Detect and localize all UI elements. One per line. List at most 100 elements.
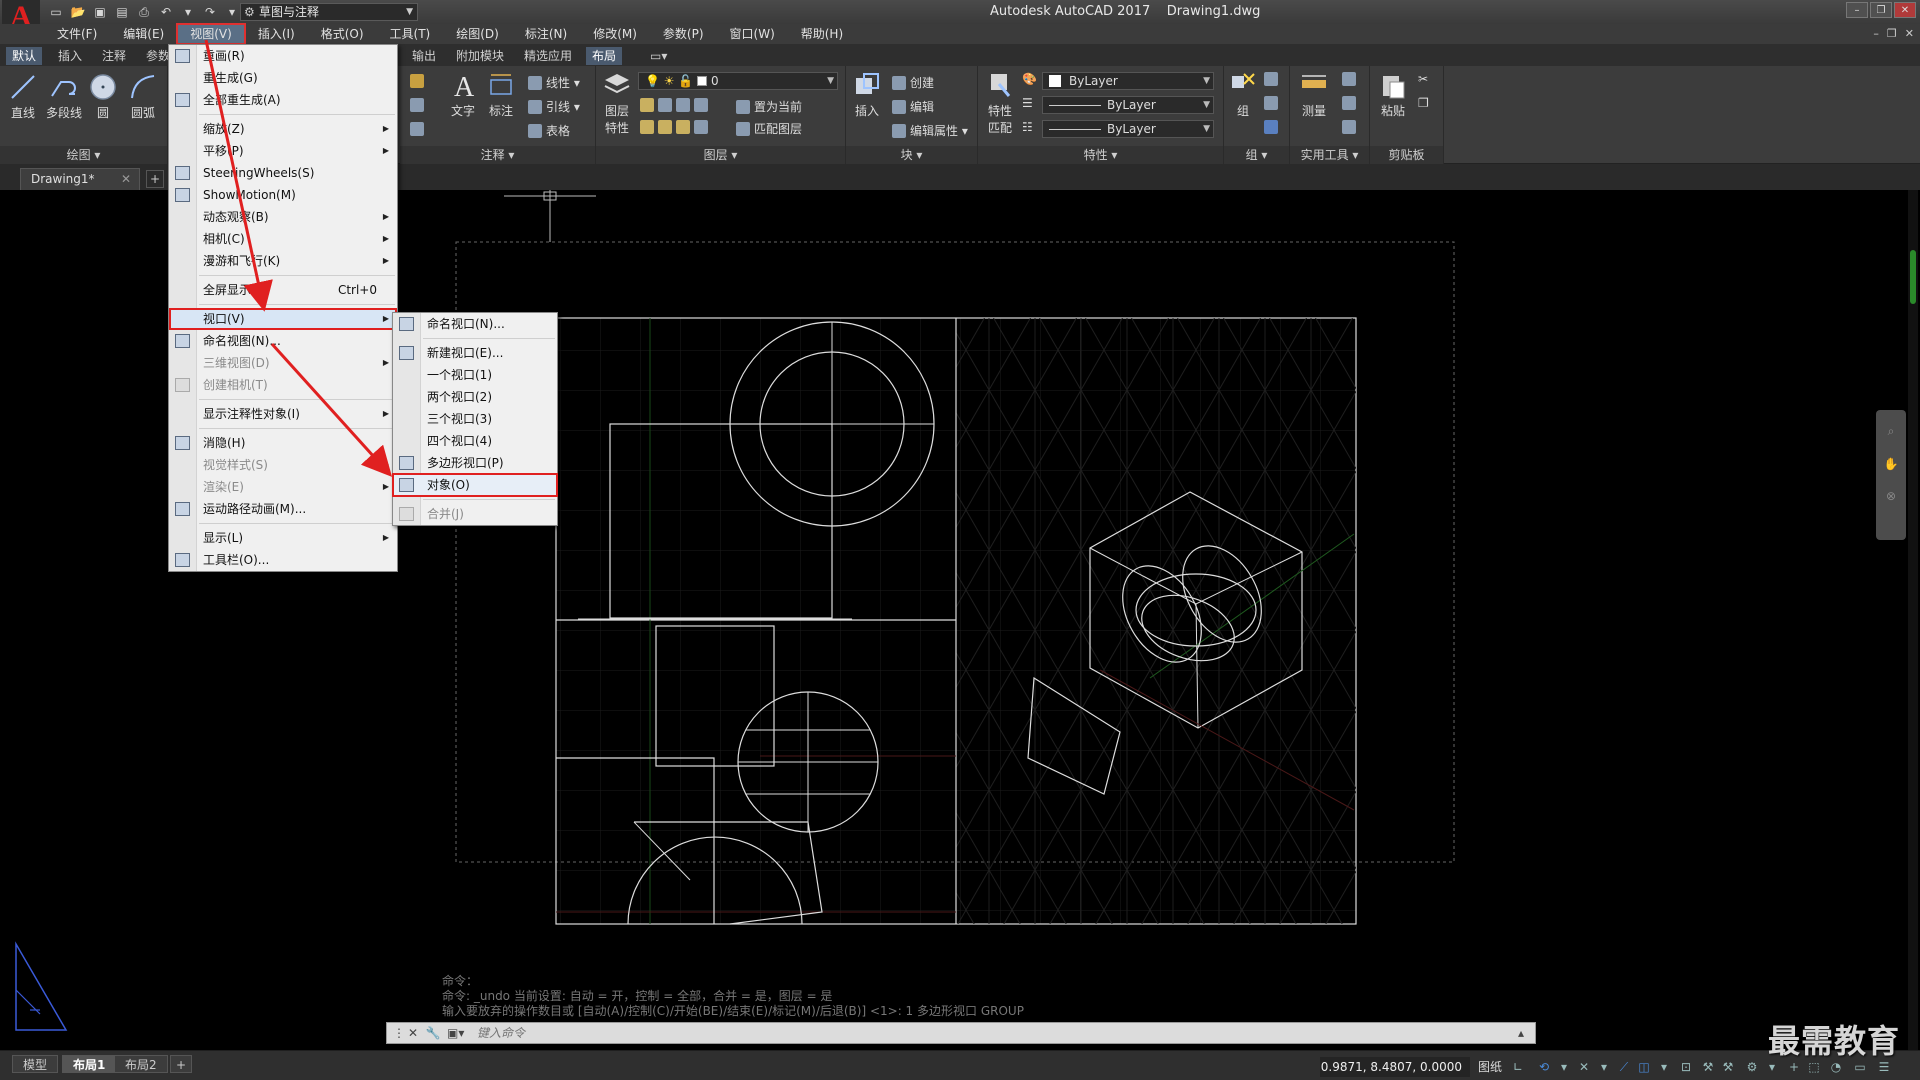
measure-button[interactable]: 测量 [1294, 70, 1334, 119]
match-properties-button[interactable]: 特性 匹配 [982, 70, 1018, 136]
view-menu-item-0[interactable]: 重画(R) [169, 45, 397, 67]
circle-button[interactable]: 圆 [88, 72, 118, 121]
viewport-submenu-item-5[interactable]: 三个视口(3) [393, 408, 557, 430]
command-input[interactable] [477, 1024, 1497, 1042]
create-block-button[interactable]: 创建 [892, 74, 934, 91]
viewport-submenu-item-4[interactable]: 两个视口(2) [393, 386, 557, 408]
layer-tools-row-1[interactable] [640, 98, 712, 112]
leader-button[interactable]: 引线 ▾ [528, 98, 580, 115]
tab-layout[interactable]: 布局 [586, 47, 623, 65]
viewport-submenu-item-6[interactable]: 四个视口(4) [393, 430, 557, 452]
undo-dropdown-icon[interactable]: ▾ [180, 4, 196, 20]
redo-dropdown-icon[interactable]: ▾ [224, 4, 240, 20]
cut-icon[interactable]: ✂ [1418, 72, 1428, 86]
polyline-button[interactable]: 多段线 [44, 72, 84, 121]
group-tool-icon[interactable] [1264, 120, 1282, 134]
group-tool-icon[interactable] [1264, 96, 1282, 110]
pan-hand-icon[interactable]: ✋ [1876, 457, 1906, 471]
copy-icon[interactable]: ❐ [1418, 96, 1429, 110]
panel-group-label[interactable]: 组 ▾ [1224, 146, 1289, 164]
menu-item-11[interactable]: 帮助(H) [788, 24, 856, 44]
table-button[interactable]: 表格 [528, 122, 570, 139]
tab-addins[interactable]: 附加模块 [450, 47, 510, 65]
panel-draw-label[interactable]: 绘图 ▾ [0, 146, 167, 164]
view-menu-item-9[interactable]: 相机(C) ▶ [169, 228, 397, 250]
group-button[interactable]: 组 [1226, 70, 1260, 119]
menu-item-5[interactable]: 工具(T) [377, 24, 444, 44]
line-button[interactable]: 直线 [6, 72, 40, 121]
view-menu-item-21[interactable]: 消隐(H) [169, 432, 397, 454]
viewport-scale-icon[interactable]: ⊡ [1678, 1059, 1694, 1075]
add-layout-button[interactable]: + [170, 1055, 193, 1073]
annotation-auto-icon[interactable]: ⚒ [1720, 1059, 1736, 1075]
menu-item-0[interactable]: 文件(F) [44, 24, 110, 44]
workspace-gear-icon[interactable]: ⚙ [1744, 1059, 1760, 1075]
view-menu-item-26[interactable]: 显示(L) ▶ [169, 527, 397, 549]
utility-tool-icon[interactable] [1342, 72, 1360, 86]
menu-item-4[interactable]: 格式(O) [308, 24, 377, 44]
view-menu-item-10[interactable]: 漫游和飞行(K) ▶ [169, 250, 397, 272]
doc-close-icon[interactable]: ✕ [1905, 27, 1914, 40]
view-menu-item-24[interactable]: 运动路径动画(M)... [169, 498, 397, 520]
zoom-icon[interactable]: ⌕ [1876, 424, 1906, 439]
tab-drawing1[interactable]: Drawing1* ✕ [20, 168, 140, 190]
doc-minimize-icon[interactable]: – [1873, 27, 1879, 40]
chevron-up-icon[interactable]: ▴ [1513, 1025, 1529, 1041]
insert-block-button[interactable]: 插入 [850, 70, 884, 119]
snap-icon[interactable]: ∟ [1510, 1059, 1526, 1075]
view-menu-item-8[interactable]: 动态观察(B) ▶ [169, 206, 397, 228]
annotation-tool-icon-1[interactable] [410, 74, 428, 88]
tab-insert[interactable]: 插入 [52, 47, 88, 65]
prompt-icon[interactable]: ▣▾ [447, 1025, 464, 1041]
wrench-icon[interactable]: 🔧 [425, 1025, 441, 1041]
viewport-submenu-item-8[interactable]: 对象(O) [392, 473, 558, 497]
view-menu-item-4[interactable]: 缩放(Z) ▶ [169, 118, 397, 140]
annotation-tool-icon-3[interactable] [410, 122, 428, 136]
viewport-submenu-item-7[interactable]: 多边形视口(P) [393, 452, 557, 474]
paper-space-toggle[interactable]: 图纸 [1478, 1057, 1502, 1077]
menu-item-3[interactable]: 插入(I) [245, 24, 308, 44]
menu-item-2[interactable]: 视图(V) [176, 23, 246, 45]
view-menu-item-14[interactable]: 视口(V) ▶ [169, 308, 397, 330]
panel-utilities-label[interactable]: 实用工具 ▾ [1290, 146, 1369, 164]
view-menu-item-2[interactable]: 全部重生成(A) [169, 89, 397, 111]
lineweight-dropdown[interactable]: ByLayer ▼ [1042, 120, 1214, 138]
layer-tools-row-2[interactable] [640, 120, 712, 134]
orbit-icon[interactable]: ⊗ [1876, 489, 1906, 503]
tab-layout2[interactable]: 布局2 [114, 1055, 168, 1073]
annotation-visibility-icon[interactable]: ⚒ [1700, 1059, 1716, 1075]
view-menu-item-6[interactable]: SteeringWheels(S) [169, 162, 397, 184]
layer-properties-button[interactable]: 图层 特性 [600, 70, 634, 136]
arc-button[interactable]: 圆弧 [126, 72, 160, 121]
tab-default[interactable]: 默认 [6, 47, 43, 65]
workspace-select[interactable]: ⚙ 草图与注释 ▼ [240, 3, 418, 21]
viewport-submenu-item-2[interactable]: 新建视口(E)... [393, 342, 557, 364]
annotation-scale-icon[interactable]: ⟋ [1616, 1059, 1632, 1075]
osnap-icon[interactable]: ✕ [1576, 1059, 1592, 1075]
scroll-thumb[interactable] [1910, 250, 1916, 304]
doc-restore-icon[interactable]: ❐ [1887, 27, 1897, 40]
panel-properties-label[interactable]: 特性 ▾ [978, 146, 1223, 164]
minimize-button[interactable]: – [1846, 2, 1868, 18]
panel-clipboard-label[interactable]: 剪贴板 [1370, 146, 1443, 164]
color-dropdown[interactable]: ByLayer ▼ [1042, 72, 1214, 90]
viewport-submenu-item-3[interactable]: 一个视口(1) [393, 364, 557, 386]
edit-attributes-button[interactable]: 编辑属性 ▾ [892, 122, 968, 139]
coordinates-readout[interactable]: 0.9871, 8.4807, 0.0000 [1320, 1057, 1470, 1077]
redo-icon[interactable]: ↷ [202, 4, 218, 20]
linetype-dropdown[interactable]: ByLayer ▼ [1042, 96, 1214, 114]
edit-block-button[interactable]: 编辑 [892, 98, 934, 115]
menu-item-1[interactable]: 编辑(E) [110, 24, 177, 44]
maximize-button[interactable]: ❐ [1870, 2, 1892, 18]
view-menu-item-1[interactable]: 重生成(G) [169, 67, 397, 89]
layer-dropdown[interactable]: 💡 ☀ 🔓 0 ▼ [638, 72, 838, 90]
panel-block-label[interactable]: 块 ▾ [846, 146, 977, 164]
save-icon[interactable]: ▣ [92, 4, 108, 20]
view-menu-item-7[interactable]: ShowMotion(M) [169, 184, 397, 206]
vertical-scrollbar[interactable] [1908, 190, 1918, 1050]
match-layer-button[interactable]: 匹配图层 [736, 120, 802, 137]
annotation-tool-icon-2[interactable] [410, 98, 428, 112]
save-as-icon[interactable]: ▤ [114, 4, 130, 20]
ribbon-options-icon[interactable]: ▭▾ [644, 47, 673, 65]
menu-item-7[interactable]: 标注(N) [512, 24, 580, 44]
